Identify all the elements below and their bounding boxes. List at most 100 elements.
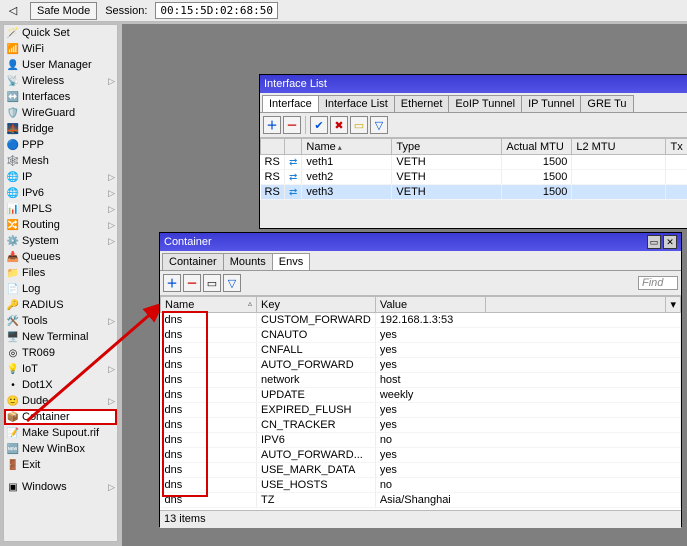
sidebar-item-files[interactable]: 📁Files	[4, 265, 117, 281]
sidebar-label: New WinBox	[22, 443, 85, 455]
interface-tabs: InterfaceInterface ListEthernetEoIP Tunn…	[260, 93, 687, 113]
table-row[interactable]: dnsAUTO_FORWARDyes	[161, 358, 681, 373]
sidebar-icon: 📊	[6, 202, 20, 216]
table-row[interactable]: dnsIPV6no	[161, 433, 681, 448]
tab-envs[interactable]: Envs	[272, 253, 310, 270]
tab-interface[interactable]: Interface	[262, 95, 319, 112]
table-row[interactable]: dnsTZAsia/Shanghai	[161, 493, 681, 508]
sidebar-item-iot[interactable]: 💡IoT▷	[4, 361, 117, 377]
sidebar-item-dude[interactable]: 🙂Dude▷	[4, 393, 117, 409]
table-row[interactable]: dnsUSE_HOSTSno	[161, 478, 681, 493]
container-window: Container ▭ ✕ ContainerMountsEnvs ＋ － ▭ …	[159, 232, 682, 527]
sidebar-item-queues[interactable]: 📥Queues	[4, 249, 117, 265]
back-icon[interactable]: ◁	[4, 2, 22, 20]
sidebar-item-user-manager[interactable]: 👤User Manager	[4, 57, 117, 73]
table-row[interactable]: dnsUSE_MARK_DATAyes	[161, 463, 681, 478]
sidebar-label: WireGuard	[22, 107, 75, 119]
sidebar-item-exit[interactable]: 🚪Exit	[4, 457, 117, 473]
sidebar-label: Make Supout.rif	[22, 427, 99, 439]
table-row[interactable]: dnsnetworkhost	[161, 373, 681, 388]
col-header[interactable]: Name▴	[302, 139, 392, 155]
sidebar-item-container[interactable]: 📦Container	[4, 409, 117, 425]
interface-list-titlebar[interactable]: Interface List	[260, 75, 687, 93]
sidebar-item-radius[interactable]: 🔑RADIUS	[4, 297, 117, 313]
table-row[interactable]: dnsAUTO_FORWARD...yes	[161, 448, 681, 463]
col-header[interactable]: Tx	[666, 139, 687, 155]
sidebar-item-mpls[interactable]: 📊MPLS▷	[4, 201, 117, 217]
sidebar-item-dot1x[interactable]: •Dot1X	[4, 377, 117, 393]
table-row[interactable]: RS⇄veth3VETH1500	[261, 185, 687, 200]
copy-button[interactable]: ▭	[203, 274, 221, 292]
table-row[interactable]: dnsCNFALLyes	[161, 343, 681, 358]
sidebar-item-mesh[interactable]: 🕸️Mesh	[4, 153, 117, 169]
col-header[interactable]: Type	[392, 139, 502, 155]
sidebar-label: Files	[22, 267, 45, 279]
env-table[interactable]: Name▵KeyValue ▾ dnsCUSTOM_FORWARD192.168.…	[160, 296, 681, 508]
filter-button[interactable]: ▽	[223, 274, 241, 292]
sidebar-label: Bridge	[22, 123, 54, 135]
sidebar-label: New Terminal	[22, 331, 88, 343]
col-header[interactable]: Name▵	[161, 297, 257, 313]
table-row[interactable]: dnsCUSTOM_FORWARD192.168.1.3:53	[161, 313, 681, 328]
minimize-button[interactable]: ▭	[647, 235, 661, 249]
tab-mounts[interactable]: Mounts	[223, 253, 273, 270]
sidebar-item-routing[interactable]: 🔀Routing▷	[4, 217, 117, 233]
sidebar-item-windows[interactable]: ▣Windows▷	[4, 479, 117, 495]
container-titlebar[interactable]: Container ▭ ✕	[160, 233, 681, 251]
filter-button[interactable]: ▽	[370, 116, 388, 134]
status-bar: 13 items	[160, 510, 681, 528]
table-row[interactable]: dnsCN_TRACKERyes	[161, 418, 681, 433]
col-header[interactable]: Actual MTU	[502, 139, 572, 155]
sidebar-item-make-supout-rif[interactable]: 📝Make Supout.rif	[4, 425, 117, 441]
column-picker-button[interactable]: ▾	[666, 297, 681, 313]
sidebar-item-ppp[interactable]: 🔵PPP	[4, 137, 117, 153]
sidebar-label: IoT	[22, 363, 38, 375]
tab-ethernet[interactable]: Ethernet	[394, 95, 450, 112]
sidebar-icon: 🪄	[6, 26, 20, 40]
sidebar-item-interfaces[interactable]: ↔️Interfaces	[4, 89, 117, 105]
disable-button[interactable]: ✖	[330, 116, 348, 134]
separator	[305, 116, 306, 134]
sidebar-item-quick-set[interactable]: 🪄Quick Set	[4, 25, 117, 41]
sidebar-item-wireless[interactable]: 📡Wireless▷	[4, 73, 117, 89]
tab-interface-list[interactable]: Interface List	[318, 95, 395, 112]
table-row[interactable]: dnsUPDATEweekly	[161, 388, 681, 403]
submenu-arrow-icon: ▷	[108, 76, 115, 87]
tab-container[interactable]: Container	[162, 253, 224, 270]
sidebar-item-new-terminal[interactable]: 🖥️New Terminal	[4, 329, 117, 345]
add-button[interactable]: ＋	[163, 274, 181, 292]
add-button[interactable]: ＋	[263, 116, 281, 134]
col-header[interactable]: L2 MTU	[572, 139, 666, 155]
sidebar-item-bridge[interactable]: 🌉Bridge	[4, 121, 117, 137]
col-header[interactable]	[261, 139, 285, 155]
sidebar-icon: 🔵	[6, 138, 20, 152]
sidebar-item-log[interactable]: 📄Log	[4, 281, 117, 297]
safe-mode-button[interactable]: Safe Mode	[30, 2, 97, 20]
sidebar-item-wireguard[interactable]: 🛡️WireGuard	[4, 105, 117, 121]
sidebar-item-tools[interactable]: 🛠️Tools▷	[4, 313, 117, 329]
sidebar-item-wifi[interactable]: 📶WiFi	[4, 41, 117, 57]
find-input[interactable]: Find	[638, 276, 678, 290]
sidebar-item-system[interactable]: ⚙️System▷	[4, 233, 117, 249]
sidebar-icon: 🙂	[6, 394, 20, 408]
sidebar-item-new-winbox[interactable]: 🆕New WinBox	[4, 441, 117, 457]
table-row[interactable]: RS⇄veth2VETH1500	[261, 170, 687, 185]
interface-table[interactable]: Name▴TypeActual MTUL2 MTUTx RS⇄veth1VETH…	[260, 138, 687, 200]
col-header[interactable]: Key	[257, 297, 376, 313]
table-row[interactable]: dnsEXPIRED_FLUSHyes	[161, 403, 681, 418]
sidebar-item-tr069[interactable]: ◎TR069	[4, 345, 117, 361]
tab-ip-tunnel[interactable]: IP Tunnel	[521, 95, 581, 112]
comment-button[interactable]: ▭	[350, 116, 368, 134]
tab-eoip-tunnel[interactable]: EoIP Tunnel	[448, 95, 522, 112]
tab-gre-tu[interactable]: GRE Tu	[580, 95, 633, 112]
remove-button[interactable]: －	[283, 116, 301, 134]
remove-button[interactable]: －	[183, 274, 201, 292]
col-header[interactable]: Value	[375, 297, 486, 313]
col-header[interactable]	[285, 139, 302, 155]
enable-button[interactable]: ✔	[310, 116, 328, 134]
sidebar-item-ip[interactable]: 🌐IP▷	[4, 169, 117, 185]
table-row[interactable]: dnsCNAUTOyes	[161, 328, 681, 343]
sidebar-item-ipv6[interactable]: 🌐IPv6▷	[4, 185, 117, 201]
table-row[interactable]: RS⇄veth1VETH1500	[261, 155, 687, 170]
close-button[interactable]: ✕	[663, 235, 677, 249]
